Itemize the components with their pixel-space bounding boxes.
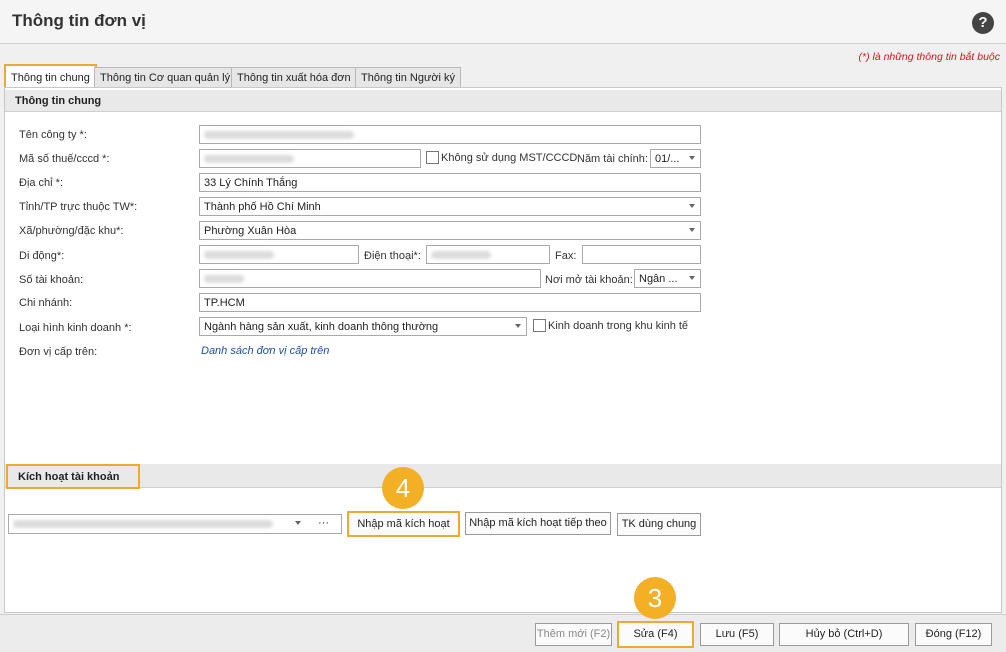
province-select[interactable]: Thành phố Hồ Chí Minh <box>199 197 701 216</box>
close-button[interactable]: Đóng (F12) <box>915 623 992 646</box>
fax-label: Fax: <box>555 250 577 262</box>
business-type-label: Loại hình kinh doanh *: <box>19 322 132 334</box>
bank-value: Ngân ... <box>639 273 678 285</box>
fiscal-year-label: Năm tài chính: <box>577 153 648 165</box>
branch-input[interactable]: TP.HCM <box>199 293 701 312</box>
add-new-button[interactable]: Thêm mới (F2) <box>535 623 612 646</box>
phone-input[interactable] <box>426 245 550 264</box>
chevron-down-icon <box>295 521 301 525</box>
business-type-value: Ngành hàng sản xuất, kinh doanh thông th… <box>204 321 439 333</box>
enter-activation-code-button[interactable]: Nhập mã kích hoạt <box>347 511 460 537</box>
phone-label: Điện thoại*: <box>364 250 421 262</box>
save-button[interactable]: Lưu (F5) <box>700 623 774 646</box>
step-badge-3: 3 <box>634 577 676 619</box>
tab-signer-info[interactable]: Thông tin Người ký <box>355 67 462 87</box>
parent-unit-label: Đơn vị cấp trên: <box>19 346 98 358</box>
title-bar <box>0 0 1006 44</box>
section-activation-header: Kích hoạt tài khoản <box>6 464 140 489</box>
tax-code-label: Mã số thuế/cccd *: <box>19 153 110 165</box>
ward-label: Xã/phường/đặc khu*: <box>19 225 124 237</box>
economic-zone-checkbox[interactable] <box>533 319 546 332</box>
edit-button[interactable]: Sửa (F4) <box>617 621 694 648</box>
business-type-select[interactable]: Ngành hàng sản xuất, kinh doanh thông th… <box>199 317 527 336</box>
account-select[interactable]: ··· <box>8 514 342 534</box>
chevron-down-icon <box>689 228 695 232</box>
mobile-label: Di động*: <box>19 250 65 262</box>
section-general-header: Thông tin chung <box>5 90 1001 112</box>
mobile-input[interactable] <box>199 245 359 264</box>
company-name-input[interactable] <box>199 125 701 144</box>
bank-label: Nơi mở tài khoản: <box>545 274 633 286</box>
chevron-down-icon <box>689 276 695 280</box>
bank-select[interactable]: Ngân ... <box>634 269 701 288</box>
ward-value: Phường Xuân Hòa <box>204 225 297 237</box>
tab-general-info[interactable]: Thông tin chung <box>4 64 97 89</box>
no-mst-label: Không sử dụng MST/CCCD <box>441 152 578 164</box>
shared-account-button[interactable]: TK dùng chung <box>617 513 701 536</box>
tab-invoice-info[interactable]: Thông tin xuất hóa đơn <box>231 67 357 87</box>
account-no-input[interactable] <box>199 269 541 288</box>
cancel-button[interactable]: Hủy bỏ (Ctrl+D) <box>779 623 909 646</box>
chevron-down-icon <box>689 156 695 160</box>
chevron-down-icon <box>515 324 521 328</box>
address-input[interactable]: 33 Lý Chính Thắng <box>199 173 701 192</box>
enter-next-activation-code-button[interactable]: Nhập mã kích hoạt tiếp theo <box>465 512 611 535</box>
more-options-icon[interactable]: ··· <box>318 517 329 529</box>
branch-label: Chi nhánh: <box>19 297 73 309</box>
parent-unit-link[interactable]: Danh sách đơn vị cấp trên <box>201 345 329 357</box>
ward-select[interactable]: Phường Xuân Hòa <box>199 221 701 240</box>
tax-code-input[interactable] <box>199 149 421 168</box>
account-no-label: Số tài khoản: <box>19 274 84 286</box>
address-label: Địa chỉ *: <box>19 177 64 189</box>
fiscal-year-value: 01/... <box>655 153 680 165</box>
fax-input[interactable] <box>582 245 701 264</box>
no-mst-checkbox[interactable] <box>426 151 439 164</box>
economic-zone-label: Kinh doanh trong khu kinh tế <box>548 320 689 332</box>
fiscal-year-select[interactable]: 01/... <box>650 149 701 168</box>
help-icon[interactable]: ? <box>972 12 994 34</box>
window-title: Thông tin đơn vị <box>12 11 146 30</box>
province-value: Thành phố Hồ Chí Minh <box>204 201 321 213</box>
tab-authority-info[interactable]: Thông tin Cơ quan quản lý <box>94 67 237 87</box>
section-activation-bar <box>5 464 1001 488</box>
chevron-down-icon <box>689 204 695 208</box>
province-label: Tỉnh/TP trực thuộc TW*: <box>19 201 138 213</box>
required-note: (*) là những thông tin bắt buộc <box>858 51 1001 63</box>
company-name-label: Tên công ty *: <box>19 129 87 141</box>
step-badge-4: 4 <box>382 467 424 509</box>
